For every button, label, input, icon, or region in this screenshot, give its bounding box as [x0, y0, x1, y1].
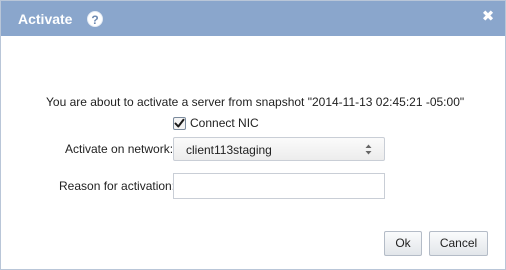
- close-icon[interactable]: ✖: [481, 9, 495, 24]
- cancel-button[interactable]: Cancel: [429, 231, 488, 256]
- activate-dialog: Activate ? ✖ You are about to activate a…: [0, 0, 506, 270]
- reason-input[interactable]: [173, 173, 385, 199]
- network-select[interactable]: client113staging: [173, 137, 385, 161]
- activation-message: You are about to activate a server from …: [46, 95, 465, 109]
- checkmark-icon: [174, 118, 185, 127]
- reason-label: Reason for activation:: [59, 179, 176, 193]
- ok-button[interactable]: Ok: [384, 231, 422, 256]
- dialog-titlebar[interactable]: Activate ? ✖: [1, 1, 505, 36]
- network-select-value: client113staging: [186, 143, 272, 157]
- connect-nic-label: Connect NIC: [190, 116, 259, 130]
- connect-nic-checkbox-row[interactable]: Connect NIC: [173, 115, 259, 131]
- network-label: Activate on network:: [65, 142, 174, 156]
- help-icon[interactable]: ?: [87, 11, 103, 27]
- connect-nic-checkbox[interactable]: [173, 116, 186, 130]
- dialog-title: Activate: [18, 11, 73, 27]
- select-arrows-icon: [365, 144, 372, 155]
